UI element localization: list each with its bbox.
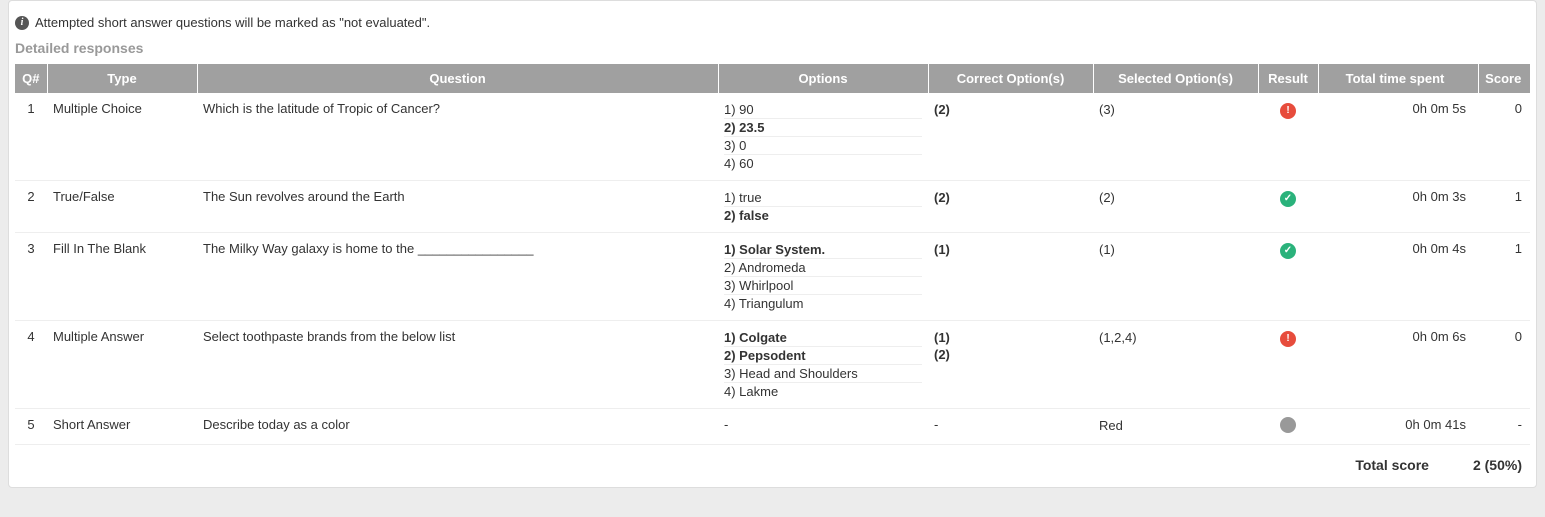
option-item: 4) 60 — [724, 155, 922, 172]
cell-question: The Milky Way galaxy is home to the ____… — [197, 233, 718, 321]
cell-selected: (1,2,4) — [1093, 321, 1258, 409]
cell-correct: (2) — [928, 93, 1093, 181]
responses-panel: i Attempted short answer questions will … — [8, 0, 1537, 488]
exclamation-icon: ! — [1280, 331, 1296, 347]
cell-result: ✓ — [1258, 233, 1318, 321]
cell-qnum: 4 — [15, 321, 47, 409]
table-row: 5Short AnswerDescribe today as a color--… — [15, 409, 1530, 445]
responses-table: Q# Type Question Options Correct Option(… — [15, 64, 1530, 445]
table-header-row: Q# Type Question Options Correct Option(… — [15, 64, 1530, 93]
option-item: 3) Whirlpool — [724, 277, 922, 295]
cell-question: Which is the latitude of Tropic of Cance… — [197, 93, 718, 181]
cell-qnum: 1 — [15, 93, 47, 181]
header-result: Result — [1258, 64, 1318, 93]
notice: i Attempted short answer questions will … — [15, 15, 1530, 30]
cell-correct: - — [928, 409, 1093, 445]
cell-time: 0h 0m 41s — [1318, 409, 1478, 445]
cell-question: Describe today as a color — [197, 409, 718, 445]
cell-selected: (3) — [1093, 93, 1258, 181]
option-item: 3) Head and Shoulders — [724, 365, 922, 383]
cell-selected: Red — [1093, 409, 1258, 445]
cell-type: Multiple Choice — [47, 93, 197, 181]
option-item: 1) Colgate — [724, 329, 922, 347]
cell-qnum: 3 — [15, 233, 47, 321]
header-options: Options — [718, 64, 928, 93]
cell-question: The Sun revolves around the Earth — [197, 181, 718, 233]
section-title: Detailed responses — [15, 40, 1530, 56]
cell-options: 1) true2) false — [718, 181, 928, 233]
total-score-value: 2 (50%) — [1473, 457, 1522, 473]
cell-score: 0 — [1478, 321, 1530, 409]
cell-qnum: 2 — [15, 181, 47, 233]
header-score: Score — [1478, 64, 1530, 93]
exclamation-icon: ! — [1280, 103, 1296, 119]
cell-type: Short Answer — [47, 409, 197, 445]
cell-score: - — [1478, 409, 1530, 445]
option-item: 1) true — [724, 189, 922, 207]
cell-score: 1 — [1478, 233, 1530, 321]
cell-correct: (1)(2) — [928, 321, 1093, 409]
cell-options: 1) Colgate2) Pepsodent3) Head and Should… — [718, 321, 928, 409]
option-item: 4) Triangulum — [724, 295, 922, 312]
option-item: 2) Andromeda — [724, 259, 922, 277]
cell-score: 0 — [1478, 93, 1530, 181]
cell-time: 0h 0m 6s — [1318, 321, 1478, 409]
total-score-label: Total score — [1355, 457, 1429, 473]
info-icon: i — [15, 16, 29, 30]
table-row: 1Multiple ChoiceWhich is the latitude of… — [15, 93, 1530, 181]
cell-result: ✓ — [1258, 181, 1318, 233]
cell-result: ! — [1258, 321, 1318, 409]
cell-qnum: 5 — [15, 409, 47, 445]
cell-options: 1) 902) 23.53) 04) 60 — [718, 93, 928, 181]
table-row: 3Fill In The BlankThe Milky Way galaxy i… — [15, 233, 1530, 321]
check-icon: ✓ — [1280, 243, 1296, 259]
cell-type: Fill In The Blank — [47, 233, 197, 321]
cell-time: 0h 0m 5s — [1318, 93, 1478, 181]
cell-result: ! — [1258, 93, 1318, 181]
cell-selected: (2) — [1093, 181, 1258, 233]
option-item: 1) Solar System. — [724, 241, 922, 259]
header-correct: Correct Option(s) — [928, 64, 1093, 93]
notice-text: Attempted short answer questions will be… — [35, 15, 430, 30]
header-selected: Selected Option(s) — [1093, 64, 1258, 93]
option-item: 1) 90 — [724, 101, 922, 119]
pending-icon — [1280, 417, 1296, 433]
option-item: 2) 23.5 — [724, 119, 922, 137]
option-item: 4) Lakme — [724, 383, 922, 400]
cell-type: True/False — [47, 181, 197, 233]
cell-options: 1) Solar System.2) Andromeda3) Whirlpool… — [718, 233, 928, 321]
cell-question: Select toothpaste brands from the below … — [197, 321, 718, 409]
table-row: 2True/FalseThe Sun revolves around the E… — [15, 181, 1530, 233]
cell-time: 0h 0m 3s — [1318, 181, 1478, 233]
check-icon: ✓ — [1280, 191, 1296, 207]
cell-correct: (1) — [928, 233, 1093, 321]
cell-score: 1 — [1478, 181, 1530, 233]
option-item: 2) Pepsodent — [724, 347, 922, 365]
cell-correct: (2) — [928, 181, 1093, 233]
total-score-row: Total score 2 (50%) — [15, 445, 1530, 473]
header-type: Type — [47, 64, 197, 93]
table-row: 4Multiple AnswerSelect toothpaste brands… — [15, 321, 1530, 409]
cell-type: Multiple Answer — [47, 321, 197, 409]
header-time: Total time spent — [1318, 64, 1478, 93]
header-question: Question — [197, 64, 718, 93]
option-item: 2) false — [724, 207, 922, 224]
cell-result — [1258, 409, 1318, 445]
cell-time: 0h 0m 4s — [1318, 233, 1478, 321]
cell-options: - — [718, 409, 928, 445]
option-item: 3) 0 — [724, 137, 922, 155]
header-qnum: Q# — [15, 64, 47, 93]
cell-selected: (1) — [1093, 233, 1258, 321]
